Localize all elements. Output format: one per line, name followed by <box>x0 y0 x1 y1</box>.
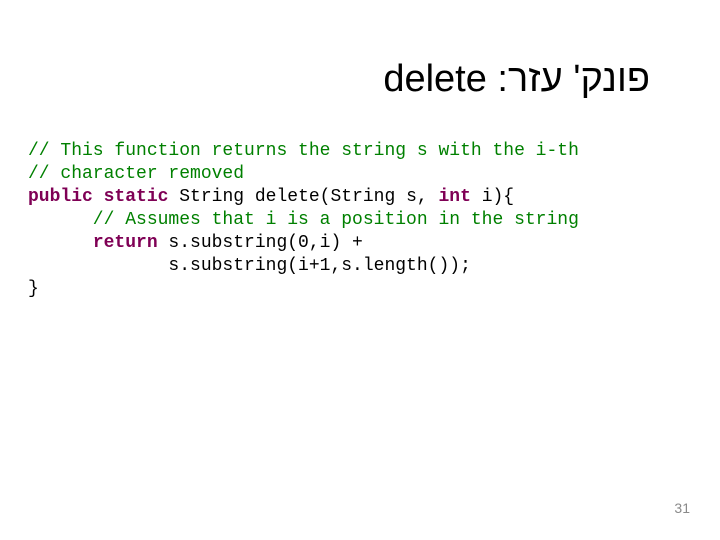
sig-rest: delete(String s, <box>244 187 438 207</box>
indent-return <box>28 233 93 253</box>
kw-int: int <box>439 187 471 207</box>
slide-title: פונק' עזר: delete <box>383 58 650 101</box>
close-brace: } <box>28 279 39 299</box>
sig-tail: i){ <box>471 187 514 207</box>
kw-return: return <box>93 233 158 253</box>
kw-static: static <box>104 187 169 207</box>
comment-line-1: // This function returns the string s wi… <box>28 141 579 161</box>
code-block: // This function returns the string s wi… <box>28 140 579 301</box>
return-rest: s.substring(0,i) + <box>158 233 363 253</box>
comment-line-2: // character removed <box>28 164 244 184</box>
title-latin: delete <box>383 58 487 100</box>
page-number: 31 <box>674 500 690 516</box>
concat-line: s.substring(i+1,s.length()); <box>28 256 471 276</box>
slide: פונק' עזר: delete // This function retur… <box>0 0 720 540</box>
comment-line-3: // Assumes that i is a position in the s… <box>28 210 579 230</box>
kw-public: public <box>28 187 93 207</box>
title-hebrew: פונק' עזר: <box>487 58 650 100</box>
type-string: String <box>179 187 244 207</box>
